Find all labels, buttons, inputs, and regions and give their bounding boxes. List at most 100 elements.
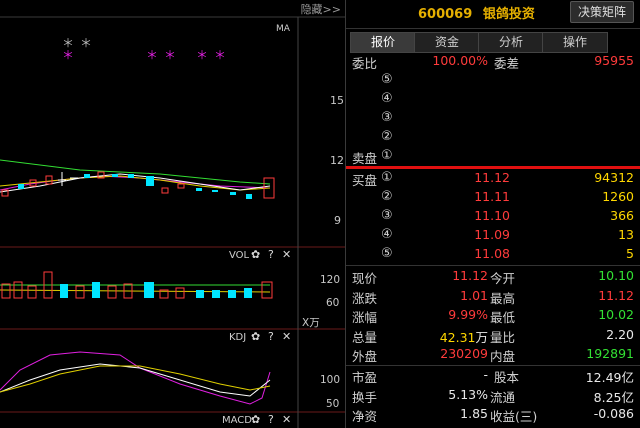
sell-level-2: ② <box>381 129 393 144</box>
tab-fund[interactable]: 资金 <box>414 32 480 53</box>
total-volume: 42.31万 <box>439 330 488 345</box>
net-assets: 1.85 <box>460 406 488 421</box>
ma-label: MA <box>276 24 290 34</box>
divider <box>346 365 640 366</box>
fund-label: 流通 <box>490 390 516 405</box>
buy-level-4: ④ <box>381 227 393 242</box>
buy-vol-4: 13 <box>618 227 634 242</box>
buy-price-1: 11.12 <box>474 170 510 185</box>
eps: -0.086 <box>593 406 634 421</box>
buy-vol-1: 94312 <box>594 170 634 185</box>
quote-label: 最低 <box>490 310 516 325</box>
share-capital: 12.49亿 <box>585 370 634 385</box>
divider <box>346 28 640 29</box>
change-value: 1.01 <box>460 288 488 303</box>
buy-vol-2: 1260 <box>602 189 634 204</box>
ma-green-line <box>0 159 271 185</box>
inner-volume: 192891 <box>586 346 634 361</box>
vol-tick: 60 <box>326 297 340 309</box>
vol-gear-icon[interactable]: ✿ <box>251 248 260 261</box>
buy-price-4: 11.09 <box>474 227 510 242</box>
buy-level-3: ③ <box>381 208 393 223</box>
pe-value: - <box>483 367 488 382</box>
divider <box>346 265 640 266</box>
quote-label: 今开 <box>490 271 516 286</box>
quote-label: 现价 <box>352 271 378 286</box>
kdj-help-icon[interactable]: ? <box>268 330 274 343</box>
kline-chart[interactable]: 隐藏>> MA ＊＊ ＊ ＊＊ ＊＊ 15 12 9 VOL ✿ ? ✕ 120… <box>0 0 345 428</box>
weibi-value: 100.00% <box>432 53 488 68</box>
current-price: 11.12 <box>452 268 488 283</box>
weicha-label: 委差 <box>494 56 520 71</box>
macd-label: MACD <box>222 415 252 426</box>
quote-label: 内盘 <box>490 349 516 364</box>
buy-vol-3: 366 <box>610 208 634 223</box>
volume-bars <box>0 271 273 299</box>
buy-level-2: ② <box>381 189 393 204</box>
sell-level-5: ⑤ <box>381 72 393 87</box>
macd-close-icon[interactable]: ✕ <box>282 413 291 426</box>
buy-level-1: ① <box>381 170 393 185</box>
outer-volume: 230209 <box>440 346 488 361</box>
ma-magenta-line <box>0 175 271 191</box>
price-tick: 12 <box>330 154 344 167</box>
quote-label: 最高 <box>490 291 516 306</box>
star-marks-magenta-2: ＊＊ <box>146 48 183 62</box>
sell-label: 卖盘 <box>352 151 378 166</box>
stock-title: 600069 银鸽投资 <box>418 3 535 22</box>
quote-label: 总量 <box>352 330 378 345</box>
low-price: 10.02 <box>598 307 634 322</box>
hide-panel-link[interactable]: 隐藏>> <box>301 1 341 17</box>
fund-label: 市盈 <box>352 370 378 385</box>
macd-help-icon[interactable]: ? <box>268 413 274 426</box>
fund-label: 收益(三) <box>490 409 538 424</box>
volume-ratio: 2.20 <box>606 327 634 342</box>
tab-analysis[interactable]: 分析 <box>478 32 544 53</box>
quote-label: 量比 <box>490 330 516 345</box>
kdj-tick: 50 <box>326 398 340 410</box>
tab-quote[interactable]: 报价 <box>350 32 416 53</box>
buy-price-2: 11.11 <box>474 189 510 204</box>
stock-name: 银鸽投资 <box>482 7 535 22</box>
star-marks-magenta-1: ＊ <box>62 48 75 62</box>
chart-svg <box>0 16 345 428</box>
macd-gear-icon[interactable]: ✿ <box>251 413 260 426</box>
stock-code: 600069 <box>418 7 473 22</box>
buy-level-5: ⑤ <box>381 246 393 261</box>
order-book-divider <box>346 166 640 169</box>
turnover: 5.13% <box>448 387 488 402</box>
float-shares: 8.25亿 <box>593 390 634 405</box>
quote-label: 外盘 <box>352 349 378 364</box>
quote-label: 涨跌 <box>352 291 378 306</box>
price-tick: 9 <box>334 214 341 227</box>
vol-unit: X万 <box>302 317 320 329</box>
vol-help-icon[interactable]: ? <box>268 248 274 261</box>
kdj-d-line <box>0 365 271 393</box>
fund-label: 换手 <box>352 390 378 405</box>
sell-level-4: ④ <box>381 91 393 106</box>
sell-level-1: ① <box>381 148 393 163</box>
quote-label: 涨幅 <box>352 310 378 325</box>
buy-vol-5: 5 <box>626 246 634 261</box>
tab-operate[interactable]: 操作 <box>542 32 608 53</box>
sell-level-3: ③ <box>381 110 393 125</box>
kdj-tick: 100 <box>320 374 341 386</box>
vol-label: VOL <box>229 250 250 261</box>
buy-price-3: 11.10 <box>474 208 510 223</box>
buy-price-5: 11.08 <box>474 246 510 261</box>
change-percent: 9.99% <box>448 307 488 322</box>
weicha-value: 95955 <box>594 53 634 68</box>
fund-label: 股本 <box>494 370 520 385</box>
buy-label: 买盘 <box>352 173 378 188</box>
kdj-gear-icon[interactable]: ✿ <box>251 330 260 343</box>
price-tick: 15 <box>330 94 344 107</box>
star-marks-magenta-3: ＊＊ <box>196 48 233 62</box>
weibi-label: 委比 <box>352 56 378 71</box>
panel-divider <box>345 0 346 428</box>
fund-label: 净资 <box>352 409 378 424</box>
decision-matrix-button[interactable]: 决策矩阵 <box>570 1 634 23</box>
high-price: 11.12 <box>598 288 634 303</box>
vol-close-icon[interactable]: ✕ <box>282 248 291 261</box>
kdj-label: KDJ <box>229 332 247 343</box>
kdj-close-icon[interactable]: ✕ <box>282 330 291 343</box>
